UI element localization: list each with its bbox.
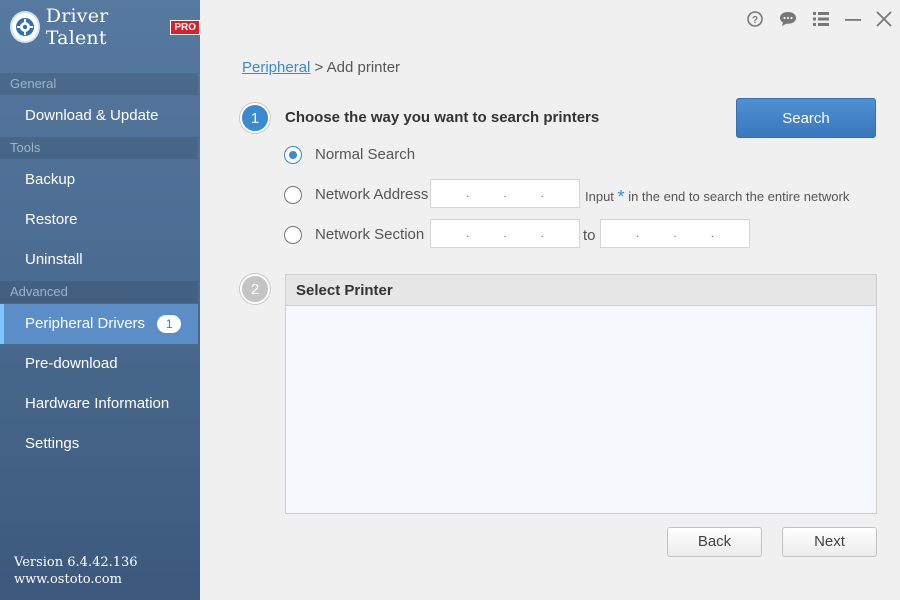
version-info: Version 6.4.42.136 www.ostoto.com: [14, 554, 138, 588]
printer-list-panel[interactable]: Select Printer: [285, 274, 877, 514]
next-button[interactable]: Next: [782, 527, 877, 557]
sidebar-item-label: Backup: [25, 171, 76, 188]
sidebar-item-label: Pre-download: [25, 355, 118, 372]
pro-badge: PRO: [170, 19, 200, 35]
sidebar-item-restore[interactable]: Restore: [0, 200, 198, 240]
close-icon[interactable]: [873, 8, 895, 30]
app-name: Driver Talent: [45, 5, 109, 49]
normal-search-label: Normal Search: [315, 146, 416, 163]
breadcrumb-link-peripheral[interactable]: Peripheral: [242, 59, 310, 76]
gear-logo-icon: [10, 11, 40, 43]
sidebar-item-backup[interactable]: Backup: [0, 160, 198, 200]
asterisk-icon: *: [617, 187, 625, 207]
sidebar: Driver Talent PRO General Download & Upd…: [0, 0, 200, 600]
search-button[interactable]: Search: [736, 98, 876, 138]
sidebar-item-label: Restore: [25, 211, 78, 228]
sidebar-item-label: Settings: [25, 435, 80, 452]
sidebar-item-label: Uninstall: [25, 251, 83, 268]
website-link[interactable]: www.ostoto.com: [14, 571, 138, 588]
hint-suffix: in the end to search the entire network: [628, 189, 850, 204]
network-section-start-ip-input[interactable]: ...: [430, 219, 580, 248]
sidebar-item-label: Peripheral Drivers: [25, 315, 146, 332]
network-section-radio[interactable]: [284, 226, 302, 244]
svg-text:?: ?: [752, 15, 758, 26]
back-button[interactable]: Back: [667, 527, 762, 557]
network-section-to-label: to: [583, 227, 596, 244]
menu-icon[interactable]: [810, 8, 832, 30]
network-section-end-ip-input[interactable]: ...: [600, 219, 750, 248]
section-header-tools: Tools: [0, 137, 198, 159]
hint-prefix: Input: [585, 189, 614, 204]
sidebar-item-peripheral-drivers[interactable]: Peripheral Drivers 1: [0, 304, 198, 344]
step-2-indicator: 2: [240, 274, 270, 304]
breadcrumb-current: Add printer: [326, 59, 401, 76]
printer-list-header: Select Printer: [286, 275, 876, 306]
version-label: Version: [14, 555, 64, 570]
sidebar-item-settings[interactable]: Settings: [0, 424, 198, 464]
help-icon[interactable]: ?: [744, 8, 766, 30]
sidebar-item-uninstall[interactable]: Uninstall: [0, 240, 198, 280]
section-header-general: General: [0, 73, 198, 95]
version-number: 6.4.42.136: [67, 555, 138, 570]
network-address-label: Network Address: [315, 186, 429, 203]
breadcrumb: Peripheral > Add printer: [242, 59, 400, 76]
section-header-advanced: Advanced: [0, 281, 198, 303]
app-logo: Driver Talent PRO: [10, 5, 200, 49]
count-badge: 1: [157, 315, 182, 334]
normal-search-radio[interactable]: [284, 146, 302, 164]
sidebar-item-download-update[interactable]: Download & Update: [0, 96, 198, 136]
sidebar-item-hardware-information[interactable]: Hardware Information: [0, 384, 198, 424]
sidebar-item-pre-download[interactable]: Pre-download: [0, 344, 198, 384]
breadcrumb-separator: >: [314, 59, 324, 76]
sidebar-item-label: Hardware Information: [25, 395, 170, 412]
minimize-icon[interactable]: [842, 8, 864, 30]
network-section-label: Network Section: [315, 226, 425, 243]
feedback-icon[interactable]: [777, 8, 799, 30]
step-1-indicator: 1: [240, 103, 270, 133]
network-address-ip-input[interactable]: ...: [430, 179, 580, 208]
network-address-hint: Input * in the end to search the entire …: [585, 187, 849, 208]
step-1-title: Choose the way you want to search printe…: [285, 109, 600, 126]
sidebar-item-label: Download & Update: [25, 107, 159, 124]
network-address-radio[interactable]: [284, 186, 302, 204]
